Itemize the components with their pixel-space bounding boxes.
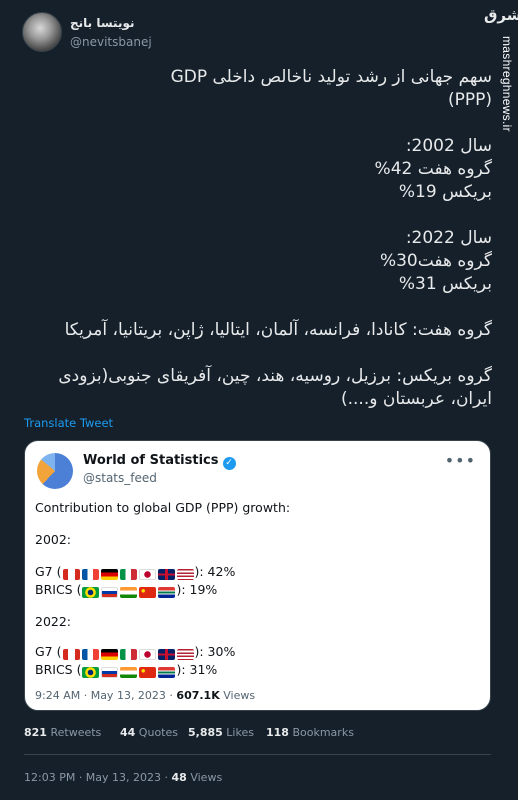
brazil-flag-icon (82, 667, 100, 678)
tweet-time[interactable]: 12:03 PM · May 13, 2023 · (24, 771, 172, 784)
watermark-logo: مشرق (484, 6, 518, 24)
watermark-site: mashreghnews.ir (500, 36, 514, 132)
bookmarks-label: Bookmarks (288, 726, 354, 739)
tweet-line (24, 204, 492, 227)
retweets-count: 821 (24, 726, 47, 739)
tweet-line: گروه هفت: کانادا، فرانسه، آلمان، ایتالیا… (64, 320, 492, 340)
retweets-label: Retweets (46, 726, 102, 739)
quoted-brics-2022: BRICS ( ): 31% (35, 661, 217, 681)
quoted-title: Contribution to global GDP (PPP) growth: (35, 500, 291, 515)
brics-2002-value: ): 19% (176, 582, 218, 597)
tweet-line: سهم جهانی از رشد تولید ناخالص داخلی GDP (170, 67, 492, 87)
tweet-views-count: 48 (171, 771, 187, 784)
france-flag-icon (81, 649, 99, 660)
germany-flag-icon (100, 649, 118, 660)
tweet-line (24, 112, 492, 135)
germany-flag-icon (100, 569, 118, 580)
tweet-line: بریکس 31% (398, 274, 492, 294)
quoted-author-handle[interactable]: @stats_feed (83, 471, 157, 485)
uk-flag-icon (157, 649, 175, 660)
tweet-text: سهم جهانی از رشد تولید ناخالص داخلی GDP … (24, 66, 492, 411)
tweet-line: (PPP) (447, 90, 492, 110)
canada-flag-icon (62, 649, 80, 660)
quoted-g7-2002: G7 ( ): 42% (35, 563, 235, 583)
italy-flag-icon (119, 569, 137, 580)
brics-label: BRICS ( (35, 662, 82, 677)
quoted-g7-2022: G7 ( ): 30% (35, 643, 235, 663)
quoted-views-count: 607.1K (176, 689, 220, 702)
quoted-year-2002: 2002: (35, 532, 72, 547)
south-africa-flag-icon (158, 587, 176, 598)
brazil-flag-icon (82, 587, 100, 598)
author-name[interactable]: نویتسا بانج (70, 16, 135, 30)
translate-tweet-link[interactable]: Translate Tweet (24, 416, 113, 430)
likes-stat[interactable]: 5,885 Likes (188, 726, 254, 739)
tweet-views-label: Views (186, 771, 223, 784)
brics-flags (81, 583, 176, 601)
uk-flag-icon (157, 569, 175, 580)
quotes-count: 44 (120, 726, 136, 739)
quotes-stat[interactable]: 44 Quotes (120, 726, 178, 739)
tweet-line: بریکس 19% (398, 182, 492, 202)
quoted-brics-2002: BRICS ( ): 19% (35, 581, 217, 601)
quotes-label: Quotes (135, 726, 178, 739)
tweet-line: سال 2022: (405, 228, 492, 248)
likes-label: Likes (222, 726, 254, 739)
russia-flag-icon (101, 667, 119, 678)
india-flag-icon (120, 587, 138, 598)
china-flag-icon (139, 667, 157, 678)
brics-flags (81, 663, 176, 681)
brics-2022-value: ): 31% (176, 662, 218, 677)
france-flag-icon (81, 569, 99, 580)
quoted-tweet-meta: 9:24 AM · May 13, 2023 · 607.1K Views (35, 689, 255, 702)
tweet-line (24, 296, 492, 319)
tweet-line (24, 342, 492, 365)
g7-label: G7 ( (35, 644, 62, 659)
tweet-line: گروه هفت 42% (374, 159, 492, 179)
bookmarks-count: 118 (266, 726, 289, 739)
quoted-author-avatar[interactable] (37, 453, 73, 489)
g7-2022-value: ): 30% (194, 644, 236, 659)
usa-flag-icon (176, 569, 194, 580)
quoted-year-2022: 2022: (35, 614, 72, 629)
italy-flag-icon (119, 649, 137, 660)
divider (24, 754, 491, 755)
verified-badge-icon: ✓ (222, 457, 236, 470)
russia-flag-icon (101, 587, 119, 598)
tweet-line: ایران، عربستان و....) (340, 389, 492, 409)
bookmarks-stat[interactable]: 118 Bookmarks (266, 726, 354, 739)
likes-count: 5,885 (188, 726, 223, 739)
japan-flag-icon (138, 649, 156, 660)
tweet-line: سال 2002: (405, 136, 492, 156)
quoted-tweet-card[interactable]: World of Statistics ✓ @stats_feed ••• Con… (24, 440, 491, 711)
south-africa-flag-icon (158, 667, 176, 678)
quoted-author-name[interactable]: World of Statistics (83, 453, 219, 468)
quoted-views-label: Views (219, 689, 256, 702)
quoted-author-name-row[interactable]: World of Statistics ✓ (83, 453, 236, 470)
japan-flag-icon (138, 569, 156, 580)
canada-flag-icon (62, 569, 80, 580)
g7-label: G7 ( (35, 564, 62, 579)
india-flag-icon (120, 667, 138, 678)
china-flag-icon (139, 587, 157, 598)
tweet-line: گروه بریکس: برزیل، روسیه، هند، چین، آفری… (58, 366, 492, 386)
usa-flag-icon (176, 649, 194, 660)
author-handle[interactable]: @nevitsbanej (70, 35, 152, 49)
tweet-header: نویتسا بانج @nevitsbanej (22, 12, 488, 56)
tweet-line: گروه هفت30% (379, 251, 492, 271)
author-avatar[interactable] (22, 12, 62, 52)
tweet-timestamp: 12:03 PM · May 13, 2023 · 48 Views (24, 771, 222, 784)
g7-2002-value: ): 42% (194, 564, 236, 579)
quoted-tweet-time[interactable]: 9:24 AM · May 13, 2023 · (35, 689, 176, 702)
retweets-stat[interactable]: 821 Retweets (24, 726, 101, 739)
more-options-icon[interactable]: ••• (445, 451, 476, 470)
brics-label: BRICS ( (35, 582, 82, 597)
